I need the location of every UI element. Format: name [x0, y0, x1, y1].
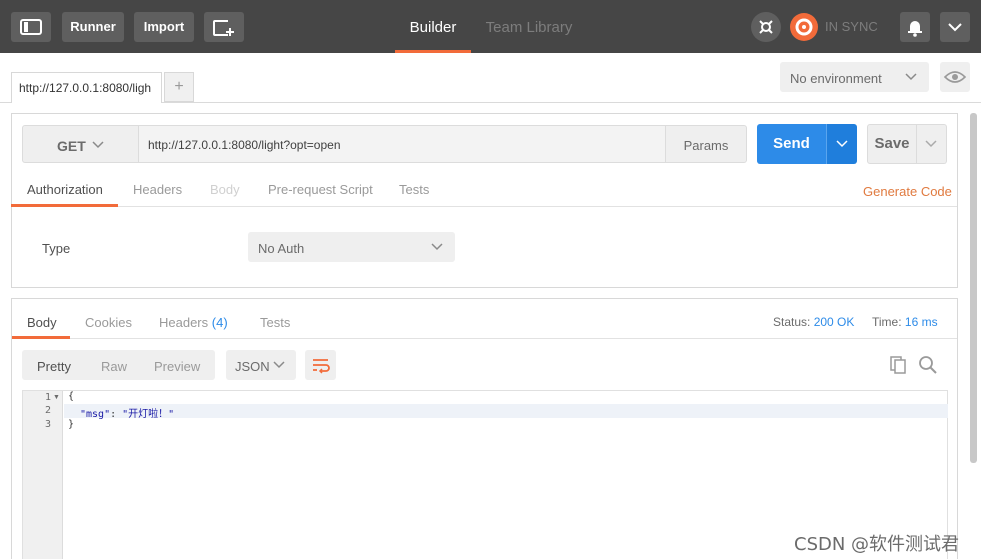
settings-menu-button[interactable]: [940, 12, 970, 42]
tab-builder[interactable]: Builder: [395, 0, 471, 53]
bell-icon: [908, 21, 922, 37]
response-tab-headers[interactable]: Headers (4): [159, 315, 228, 330]
sidebar-icon: [20, 19, 42, 35]
fold-caret-icon[interactable]: ▼: [53, 394, 60, 401]
add-tab-button[interactable]: +: [164, 72, 194, 102]
eye-icon: [943, 71, 967, 83]
preview-button[interactable]: Preview: [154, 359, 200, 374]
watermark: CSDN @软件测试君: [794, 534, 960, 555]
page-scrollbar[interactable]: [970, 113, 977, 463]
format-select-value: JSON: [235, 359, 270, 374]
chevron-down-icon: [92, 141, 104, 149]
active-line-highlight: [64, 404, 948, 418]
wrap-lines-button[interactable]: [305, 350, 336, 380]
auth-type-value: No Auth: [258, 241, 305, 256]
auth-type-select[interactable]: No Auth: [248, 232, 455, 262]
response-status: Status: 200 OK: [773, 315, 854, 329]
response-tab-headers-label: Headers: [159, 315, 209, 330]
tab-authorization[interactable]: Authorization: [27, 182, 103, 197]
chevron-down-icon: [925, 140, 937, 148]
sync-status: IN SYNC: [825, 19, 878, 34]
headers-count: (4): [211, 315, 228, 330]
line-number: 2: [44, 405, 51, 416]
satellite-icon: [759, 20, 773, 34]
format-select[interactable]: JSON: [226, 350, 296, 380]
search-icon: [919, 356, 937, 374]
json-key: "msg": [80, 409, 111, 420]
runner-button[interactable]: Runner: [62, 12, 124, 42]
search-button[interactable]: [918, 355, 938, 378]
chevron-down-icon: [273, 361, 285, 369]
params-button[interactable]: Params: [665, 125, 747, 163]
chevron-down-icon: [836, 140, 848, 148]
auth-type-label: Type: [42, 241, 71, 256]
environment-select-label: No environment: [790, 71, 882, 86]
save-options-button[interactable]: [917, 124, 947, 164]
request-tab[interactable]: http://127.0.0.1:8080/ligh: [11, 72, 162, 103]
sync-icon[interactable]: [790, 13, 818, 41]
environment-quick-look-button[interactable]: [940, 62, 970, 92]
code-line: {: [68, 391, 75, 402]
send-button[interactable]: Send: [757, 124, 826, 164]
response-tab-tests[interactable]: Tests: [260, 315, 290, 330]
copy-button[interactable]: [888, 355, 908, 378]
line-number-gutter: [23, 391, 63, 559]
environment-select[interactable]: No environment: [780, 62, 929, 92]
request-tabs-divider: [12, 206, 957, 207]
response-tab-cookies[interactable]: Cookies: [85, 315, 132, 330]
active-tab-indicator: [11, 204, 118, 207]
method-label: GET: [57, 138, 86, 154]
save-button[interactable]: Save: [867, 124, 917, 164]
tab-body: Body: [210, 182, 240, 197]
status-label: Status:: [773, 315, 811, 329]
chevron-down-icon: [905, 73, 917, 81]
pretty-button[interactable]: Pretty: [37, 359, 71, 374]
top-toolbar: Runner Import Builder Team Library IN SY…: [0, 0, 981, 53]
interceptor-button[interactable]: [751, 12, 781, 42]
wrap-lines-icon: [313, 359, 330, 374]
sidebar-toggle-button[interactable]: [11, 12, 51, 42]
tab-pre-request-script[interactable]: Pre-request Script: [268, 182, 373, 197]
notifications-button[interactable]: [900, 12, 930, 42]
response-tab-body[interactable]: Body: [27, 315, 57, 330]
chevron-down-icon: [431, 243, 443, 251]
json-separator: :: [110, 409, 123, 420]
line-number: 1: [44, 392, 51, 403]
tab-headers[interactable]: Headers: [133, 182, 182, 197]
response-time: Time: 16 ms: [872, 315, 938, 329]
active-response-tab-indicator: [12, 336, 70, 339]
copy-icon: [890, 356, 906, 374]
view-mode-group: Pretty Raw Preview: [22, 350, 215, 380]
raw-button[interactable]: Raw: [101, 359, 127, 374]
tab-tests[interactable]: Tests: [399, 182, 429, 197]
send-options-button[interactable]: [826, 124, 857, 164]
new-window-icon: [213, 20, 234, 36]
tab-team-library[interactable]: Team Library: [480, 0, 578, 53]
json-value: "开灯啦！": [122, 409, 175, 420]
import-button[interactable]: Import: [134, 12, 194, 42]
code-line: "msg": "开灯啦！": [80, 405, 174, 420]
response-tabs-divider: [12, 338, 957, 339]
time-value: 16 ms: [904, 315, 938, 329]
new-tab-button[interactable]: [204, 12, 244, 42]
url-input[interactable]: http://127.0.0.1:8080/light?opt=open: [139, 125, 666, 163]
chevron-down-icon: [948, 23, 962, 32]
time-label: Time:: [872, 315, 902, 329]
status-value: 200 OK: [813, 315, 855, 329]
generate-code-link[interactable]: Generate Code: [863, 184, 952, 199]
method-select[interactable]: GET: [22, 125, 139, 163]
code-line: }: [68, 419, 75, 430]
line-number: 3: [44, 419, 51, 430]
